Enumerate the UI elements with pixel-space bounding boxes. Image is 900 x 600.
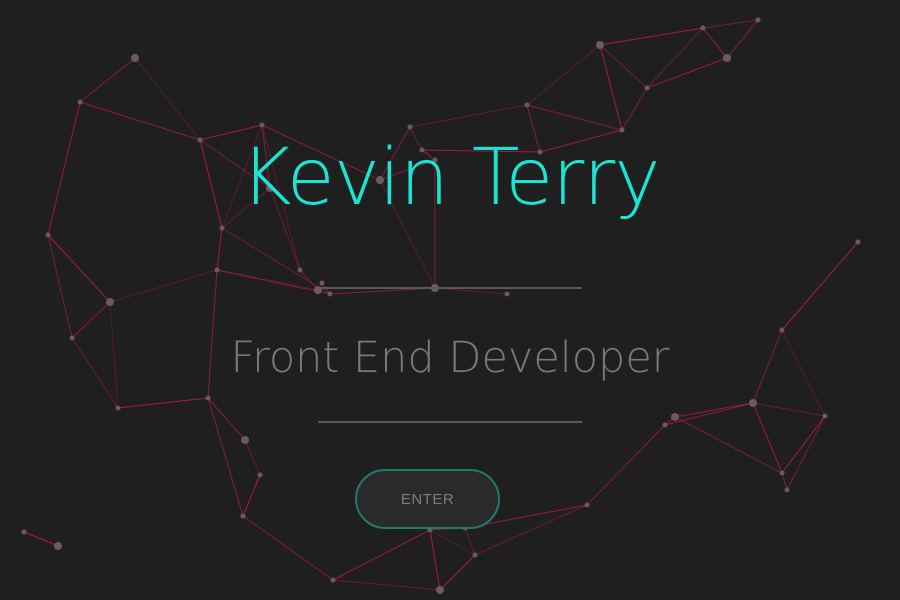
landing-page: Kevin Terry Front End Developer ENTER: [0, 0, 900, 600]
role-subtitle: Front End Developer: [230, 333, 670, 383]
hero-section: Kevin Terry Front End Developer ENTER: [0, 0, 900, 600]
enter-button[interactable]: ENTER: [355, 469, 500, 529]
name-heading: Kevin Terry: [240, 133, 661, 223]
top-divider: [318, 287, 582, 289]
bottom-divider: [318, 421, 582, 423]
